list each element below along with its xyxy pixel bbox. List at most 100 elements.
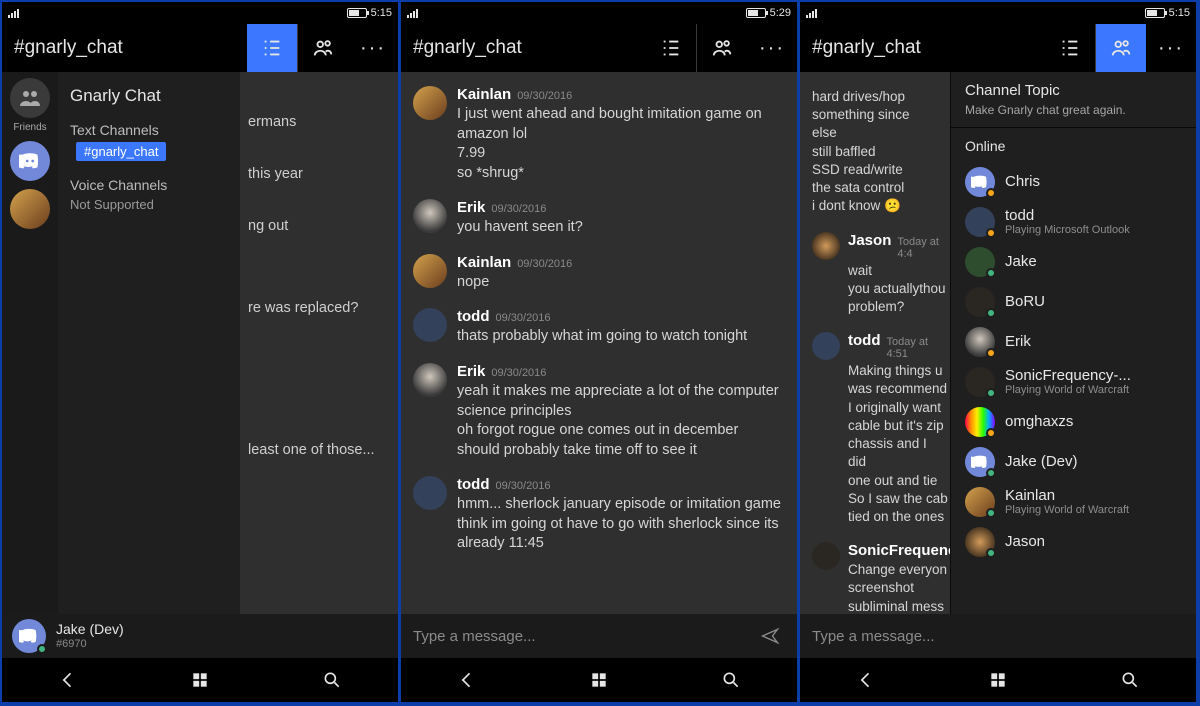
status-indicator xyxy=(986,308,996,318)
member-avatar xyxy=(965,447,995,477)
status-indicator xyxy=(986,228,996,238)
status-indicator xyxy=(986,548,996,558)
members-button[interactable] xyxy=(1096,24,1146,72)
clock-text: 5:29 xyxy=(770,7,791,19)
channels-button[interactable] xyxy=(646,24,696,72)
status-bar: 5:15 xyxy=(800,2,1196,24)
members-list: ChristoddPlaying Microsoft OutlookJakeBo… xyxy=(965,162,1182,562)
nav-home[interactable] xyxy=(574,670,624,690)
user-footer[interactable]: Jake (Dev) #6970 xyxy=(2,614,398,658)
user-name: Jake (Dev) xyxy=(56,622,124,637)
members-panel: Channel Topic Make Gnarly chat great aga… xyxy=(950,72,1196,614)
nav-back[interactable] xyxy=(841,670,891,690)
message-avatar[interactable] xyxy=(413,363,447,397)
phone-screen-members: 5:15 #gnarly_chat ··· hard drives/hop so… xyxy=(800,2,1196,702)
member-avatar xyxy=(965,367,995,397)
more-button[interactable]: ··· xyxy=(747,24,797,72)
member-row[interactable]: Jake xyxy=(965,242,1182,282)
members-button[interactable] xyxy=(697,24,747,72)
member-row[interactable]: Jason xyxy=(965,522,1182,562)
member-row[interactable]: Chris xyxy=(965,162,1182,202)
member-row[interactable]: SonicFrequency-...Playing World of Warcr… xyxy=(965,362,1182,402)
member-avatar xyxy=(965,407,995,437)
member-activity: Playing Microsoft Outlook xyxy=(1005,224,1130,236)
message-avatar[interactable] xyxy=(413,254,447,288)
channels-button[interactable] xyxy=(1045,24,1095,72)
nav-search[interactable] xyxy=(1105,670,1155,690)
message-text: hard drives/hop something since else sti… xyxy=(812,88,948,216)
message-input[interactable]: Type a message... xyxy=(812,628,1184,645)
message-text: you havent seen it? xyxy=(457,218,785,238)
nav-home[interactable] xyxy=(175,670,225,690)
channel-title[interactable]: #gnarly_chat xyxy=(2,24,247,72)
members-button[interactable] xyxy=(298,24,348,72)
app-header: #gnarly_chat ··· xyxy=(800,24,1196,72)
message-username[interactable]: todd xyxy=(457,308,489,325)
online-header: Online xyxy=(965,138,1182,154)
member-row[interactable]: BoRU xyxy=(965,282,1182,322)
more-button[interactable]: ··· xyxy=(1146,24,1196,72)
message-avatar[interactable] xyxy=(812,232,840,260)
message-avatar[interactable] xyxy=(812,542,840,570)
member-row[interactable]: omghaxzs xyxy=(965,402,1182,442)
channel-gnarly-chat[interactable]: #gnarly_chat xyxy=(76,142,166,161)
clock-text: 5:15 xyxy=(1169,7,1190,19)
message-list[interactable]: Kainlan09/30/2016I just went ahead and b… xyxy=(401,72,797,614)
message-username[interactable]: Erik xyxy=(457,363,485,380)
battery-icon xyxy=(347,8,367,18)
nav-back[interactable] xyxy=(43,670,93,690)
channel-title[interactable]: #gnarly_chat xyxy=(401,24,646,72)
message-username[interactable]: todd xyxy=(848,332,880,349)
member-row[interactable]: Jake (Dev) xyxy=(965,442,1182,482)
signal-icon xyxy=(8,8,20,18)
clock-text: 5:15 xyxy=(371,7,392,19)
channel-title[interactable]: #gnarly_chat xyxy=(800,24,1045,72)
message-row: Kainlan09/30/2016I just went ahead and b… xyxy=(411,78,787,191)
message-time: 09/30/2016 xyxy=(495,480,550,492)
message-username[interactable]: SonicFrequenc xyxy=(848,542,950,559)
message-time: 09/30/2016 xyxy=(517,258,572,270)
more-button[interactable]: ··· xyxy=(348,24,398,72)
friends-button[interactable] xyxy=(10,78,50,118)
member-name: SonicFrequency-... xyxy=(1005,368,1131,385)
message-avatar[interactable] xyxy=(413,308,447,342)
message-avatar[interactable] xyxy=(413,476,447,510)
main-channels-drawer: Friends Gnarly Chat Text Channels #gnarl… xyxy=(2,72,398,658)
composer: Type a message... xyxy=(800,614,1196,658)
message-text: yeah it makes me appreciate a lot of the… xyxy=(457,382,785,460)
nav-search[interactable] xyxy=(307,670,357,690)
chat-peek: ermans this year ng out re was replaced?… xyxy=(240,72,398,658)
nav-home[interactable] xyxy=(973,670,1023,690)
member-name: omghaxzs xyxy=(1005,414,1073,431)
message-time: 09/30/2016 xyxy=(491,367,546,379)
member-row[interactable]: toddPlaying Microsoft Outlook xyxy=(965,202,1182,242)
member-name: Erik xyxy=(1005,334,1031,351)
message-username[interactable]: Kainlan xyxy=(457,86,511,103)
message-username[interactable]: Kainlan xyxy=(457,254,511,271)
message-username[interactable]: Jason xyxy=(848,232,891,249)
message-row: hard drives/hop something since else sti… xyxy=(810,80,950,224)
send-button[interactable] xyxy=(755,626,785,646)
member-row[interactable]: Erik xyxy=(965,322,1182,362)
message-username[interactable]: todd xyxy=(457,476,489,493)
server-name[interactable]: Gnarly Chat xyxy=(68,80,230,116)
server-other[interactable] xyxy=(10,189,50,229)
nav-search[interactable] xyxy=(706,670,756,690)
chat-partial: hard drives/hop something since else sti… xyxy=(800,72,950,614)
message-avatar[interactable] xyxy=(413,86,447,120)
message-row: todd09/30/2016thats probably what im goi… xyxy=(411,300,787,355)
member-name: Jason xyxy=(1005,534,1045,551)
message-text: nope xyxy=(457,273,785,293)
member-row[interactable]: KainlanPlaying World of Warcraft xyxy=(965,482,1182,522)
user-tag: #6970 xyxy=(56,638,124,650)
message-input[interactable]: Type a message... xyxy=(413,628,755,645)
channels-button[interactable] xyxy=(247,24,297,72)
message-avatar[interactable] xyxy=(413,199,447,233)
message-text: hmm... sherlock january episode or imita… xyxy=(457,495,785,554)
nav-back[interactable] xyxy=(442,670,492,690)
message-avatar[interactable] xyxy=(812,332,840,360)
message-time: 09/30/2016 xyxy=(491,203,546,215)
server-gnarly[interactable] xyxy=(10,141,50,181)
message-username[interactable]: Erik xyxy=(457,199,485,216)
status-bar: 5:29 xyxy=(401,2,797,24)
